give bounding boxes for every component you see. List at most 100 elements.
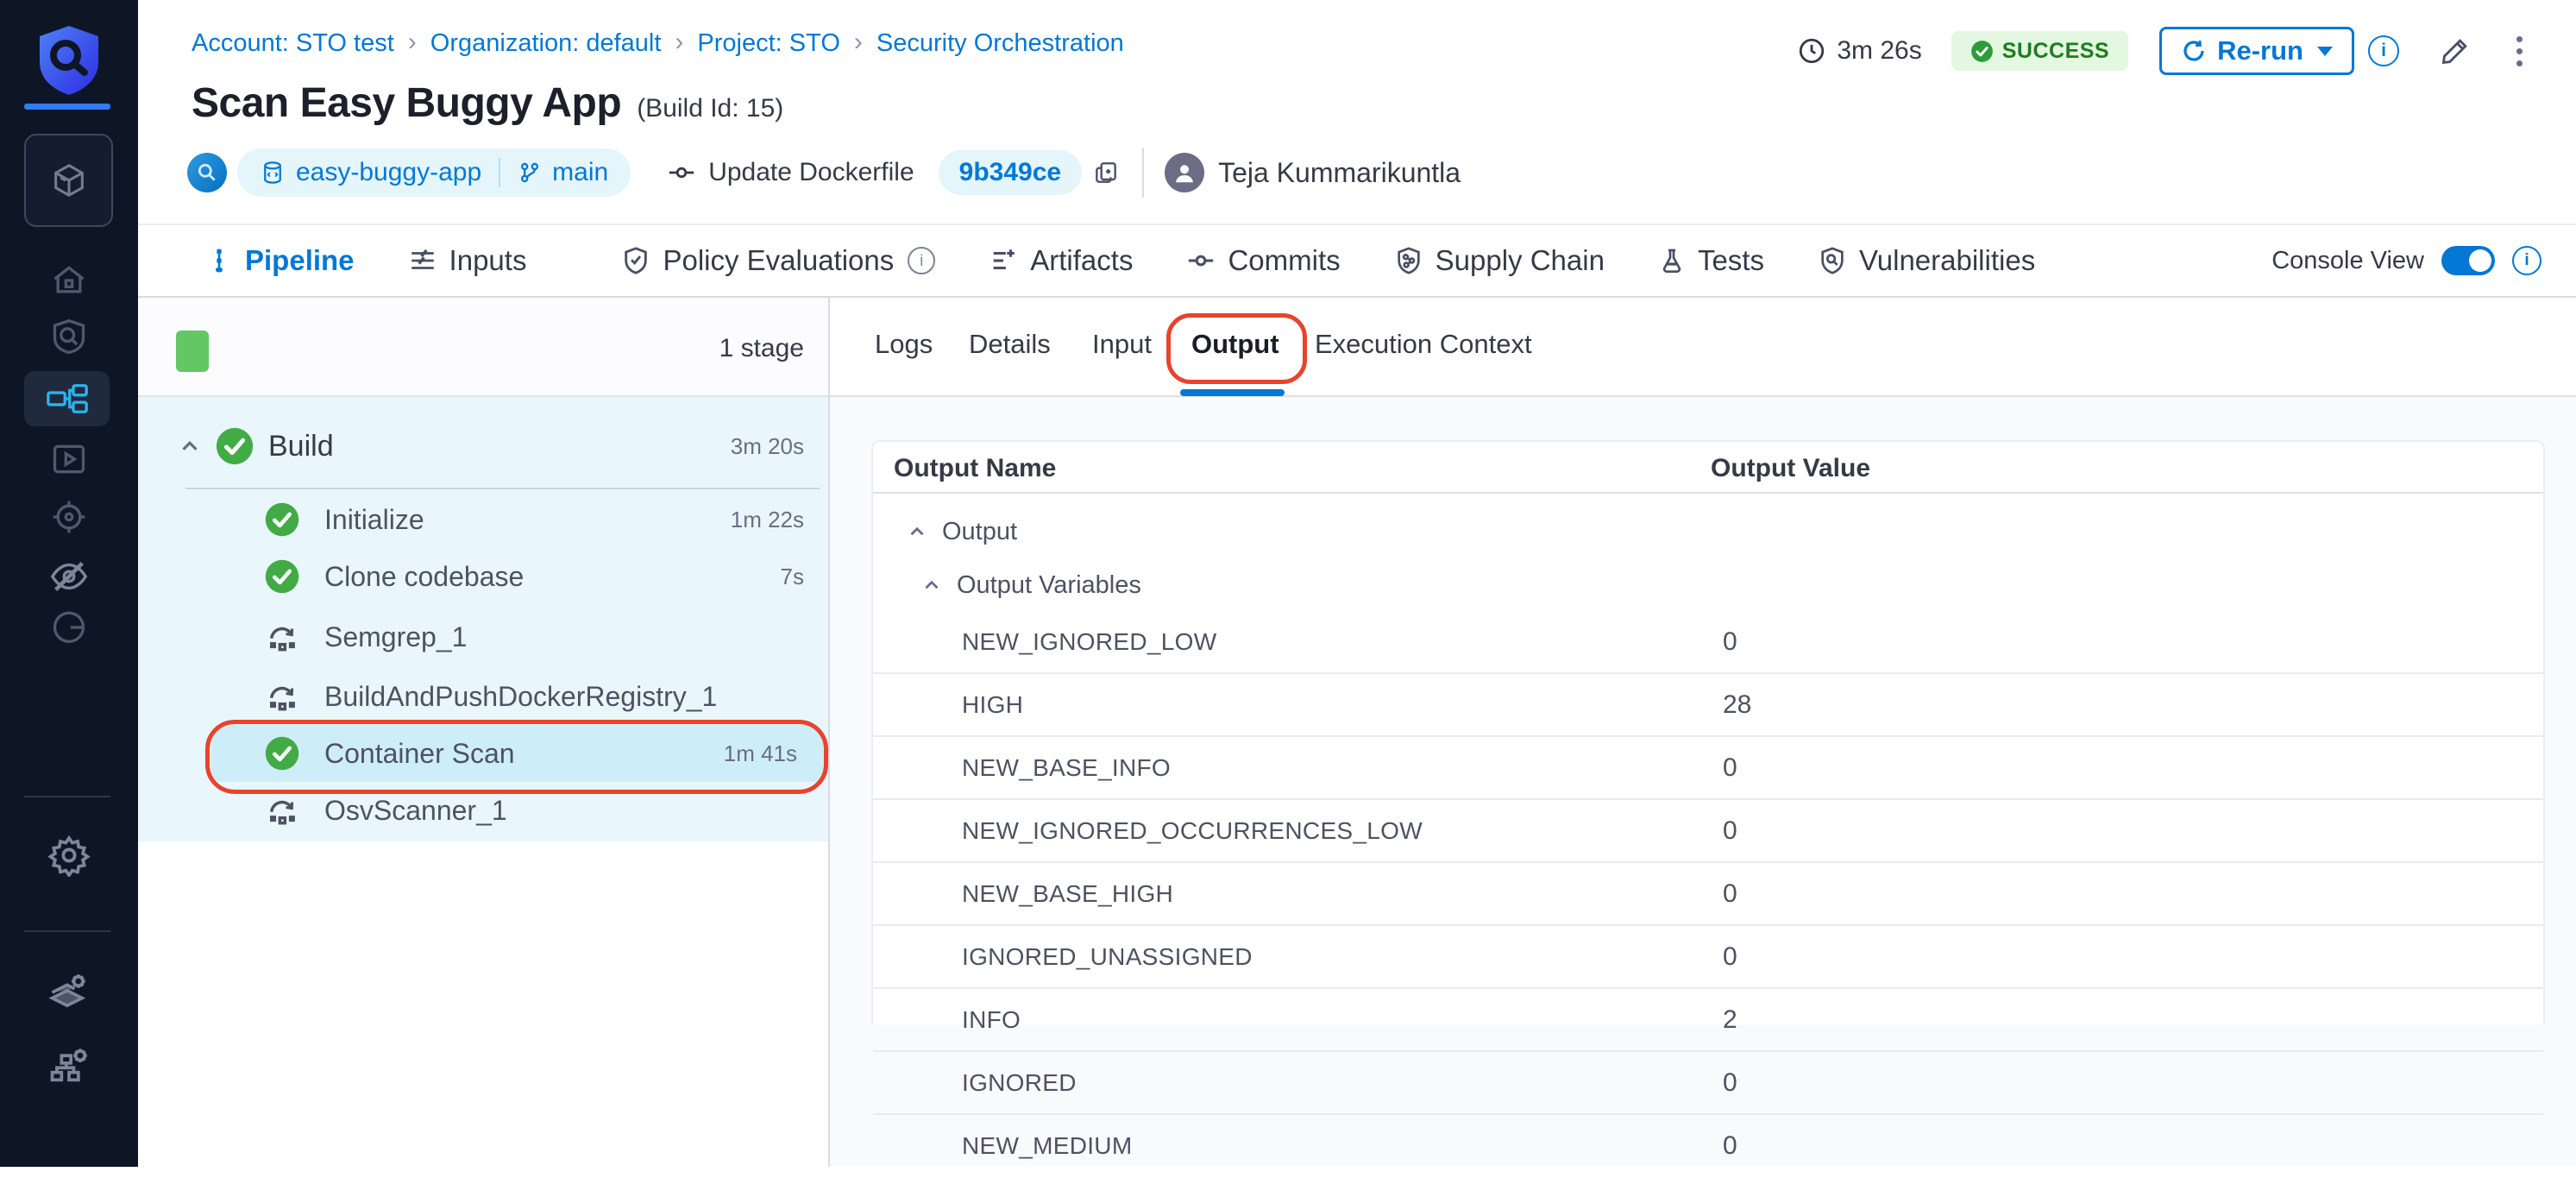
page-title: Scan Easy Buggy App <box>192 79 621 127</box>
breadcrumb-module[interactable]: Security Orchestration <box>876 29 1124 58</box>
group-row-output[interactable]: Output <box>873 504 2576 559</box>
commit-message[interactable]: Update Dockerfile <box>708 158 914 187</box>
tests-tab-icon <box>1658 247 1686 274</box>
variable-name: NEW_BASE_HIGH <box>962 880 1173 908</box>
settings-gear-icon[interactable] <box>0 834 138 877</box>
copy-icon[interactable] <box>1092 159 1120 186</box>
tab-logs[interactable]: Logs <box>875 329 933 360</box>
tab-vulnerabilities[interactable]: Vulnerabilities <box>1818 225 2035 296</box>
more-options-kebab-icon[interactable] <box>2516 36 2523 66</box>
tab-inputs[interactable]: Inputs i <box>408 225 569 296</box>
console-view-label: Console View <box>2271 247 2424 275</box>
step-row-clone-codebase[interactable]: Clone codebase 7s <box>138 551 828 602</box>
supply-chain-tab-icon <box>1394 246 1423 275</box>
edit-pencil-icon[interactable] <box>2439 35 2472 67</box>
variable-value: 0 <box>1723 816 1737 846</box>
repository-icon <box>260 160 286 186</box>
variable-name: IGNORED_UNASSIGNED <box>962 943 1253 971</box>
breadcrumb-organization[interactable]: Organization: default <box>430 29 662 58</box>
rerun-button[interactable]: Re-run <box>2159 27 2354 75</box>
harness-sto-logo-icon <box>36 24 102 97</box>
codebase-pill[interactable]: easy-buggy-app main <box>237 148 631 197</box>
eye-off-icon[interactable] <box>0 557 138 596</box>
variable-name: INFO <box>962 1006 1021 1034</box>
step-details-panel: Logs Details Input Output Execution Cont… <box>830 298 2576 1167</box>
tab-execution-context[interactable]: Execution Context <box>1315 329 1532 360</box>
breadcrumb-project[interactable]: Project: STO <box>697 29 839 58</box>
step-duration: 7s <box>781 564 804 590</box>
step-row-build-and-push[interactable]: BuildAndPushDockerRegistry_1 <box>138 671 828 722</box>
list-divider <box>185 488 820 489</box>
variable-name: NEW_IGNORED_OCCURRENCES_LOW <box>962 817 1423 845</box>
variable-name: NEW_MEDIUM <box>962 1132 1132 1160</box>
step-duration: 1m 22s <box>731 507 804 533</box>
tab-commits[interactable]: Commits <box>1186 225 1340 296</box>
layers-settings-icon[interactable] <box>0 970 138 1015</box>
rerun-info-icon[interactable]: i <box>2368 35 2399 66</box>
policy-evaluations-tab-icon <box>621 246 650 275</box>
sidebar-item-pipelines-active[interactable] <box>24 371 110 426</box>
power-icon[interactable] <box>0 608 138 646</box>
pipeline-tab-icon <box>205 247 233 274</box>
build-id-label: (Build Id: 15) <box>637 94 783 123</box>
group-row-output-variables[interactable]: Output Variables <box>873 559 2576 611</box>
tab-details[interactable]: Details <box>969 329 1051 360</box>
step-row-container-scan-selected[interactable]: Container Scan 1m 41s <box>138 728 828 779</box>
collapse-chevron-icon[interactable] <box>920 574 943 596</box>
sidebar-divider <box>24 796 110 797</box>
network-settings-icon[interactable] <box>0 1043 138 1087</box>
step-row-osvscanner[interactable]: OsvScanner_1 <box>138 784 828 836</box>
step-group-icon <box>264 619 300 655</box>
tab-artifacts[interactable]: Artifacts <box>989 225 1133 296</box>
target-icon[interactable] <box>0 498 138 536</box>
cube-icon <box>49 161 89 200</box>
policy-info-icon[interactable]: i <box>908 247 935 274</box>
trigger-author: Teja Kummarikuntla <box>1218 157 1461 189</box>
tab-tests[interactable]: Tests <box>1658 225 1764 296</box>
collapse-chevron-icon[interactable] <box>177 433 203 459</box>
scan-shield-icon[interactable] <box>0 318 138 356</box>
collapse-chevron-icon[interactable] <box>906 520 928 543</box>
nav-accent-bar <box>24 104 110 110</box>
step-row-semgrep[interactable]: Semgrep_1 <box>138 611 828 663</box>
repo-name[interactable]: easy-buggy-app <box>296 158 481 187</box>
step-name: Container Scan <box>324 738 515 770</box>
step-row-initialize[interactable]: Initialize 1m 22s <box>138 494 828 545</box>
output-variable-row: NEW_BASE_INFO 0 <box>873 737 2543 800</box>
tab-policy-evaluations[interactable]: Policy Evaluations i <box>621 225 935 296</box>
output-table-card: Output Name Output Value Output Output V… <box>871 440 2545 1024</box>
tab-supply-chain[interactable]: Supply Chain <box>1394 225 1605 296</box>
console-view-info-icon[interactable]: i <box>2512 246 2541 275</box>
output-variable-row: HIGH 28 <box>873 674 2543 737</box>
stage-step-list: Build 3m 20s Initialize 1m 22s Clone cod… <box>138 397 828 841</box>
tab-input[interactable]: Input <box>1092 329 1152 360</box>
refresh-icon <box>2181 38 2207 64</box>
branch-name[interactable]: main <box>552 158 608 187</box>
commits-tab-icon <box>1186 246 1216 275</box>
pipeline-icon <box>45 383 90 414</box>
chevron-right-icon: › <box>675 28 683 57</box>
status-badge: SUCCESS <box>1951 31 2128 71</box>
commit-sha-pill[interactable]: 9b349ce <box>939 150 1082 195</box>
commit-icon <box>667 158 696 187</box>
step-details-tabbar: Logs Details Input Output Execution Cont… <box>830 298 2576 397</box>
git-branch-icon <box>518 161 542 185</box>
tab-pipeline[interactable]: Pipeline <box>205 225 355 296</box>
stage-count-label: 1 stage <box>719 334 804 363</box>
success-check-icon <box>264 501 300 538</box>
tab-output-active[interactable]: Output <box>1191 329 1279 360</box>
module-selector-button[interactable] <box>24 134 113 227</box>
output-variable-row: IGNORED_UNASSIGNED 0 <box>873 926 2543 989</box>
stage-name: Build <box>268 430 334 463</box>
breadcrumb-account[interactable]: Account: STO test <box>192 29 394 58</box>
pipeline-tabbar: Pipeline Inputs i Policy Evaluations i <box>138 224 2576 298</box>
stage-row-build[interactable]: Build 3m 20s <box>138 420 828 472</box>
step-name: Initialize <box>324 504 424 536</box>
home-icon[interactable] <box>0 261 138 299</box>
variable-value: 0 <box>1723 1068 1737 1098</box>
success-check-icon <box>264 735 300 772</box>
console-view-toggle[interactable] <box>2441 246 2495 275</box>
output-variable-row: IGNORED 0 <box>873 1052 2543 1115</box>
executions-icon[interactable] <box>0 440 138 478</box>
step-name: Clone codebase <box>324 561 524 593</box>
